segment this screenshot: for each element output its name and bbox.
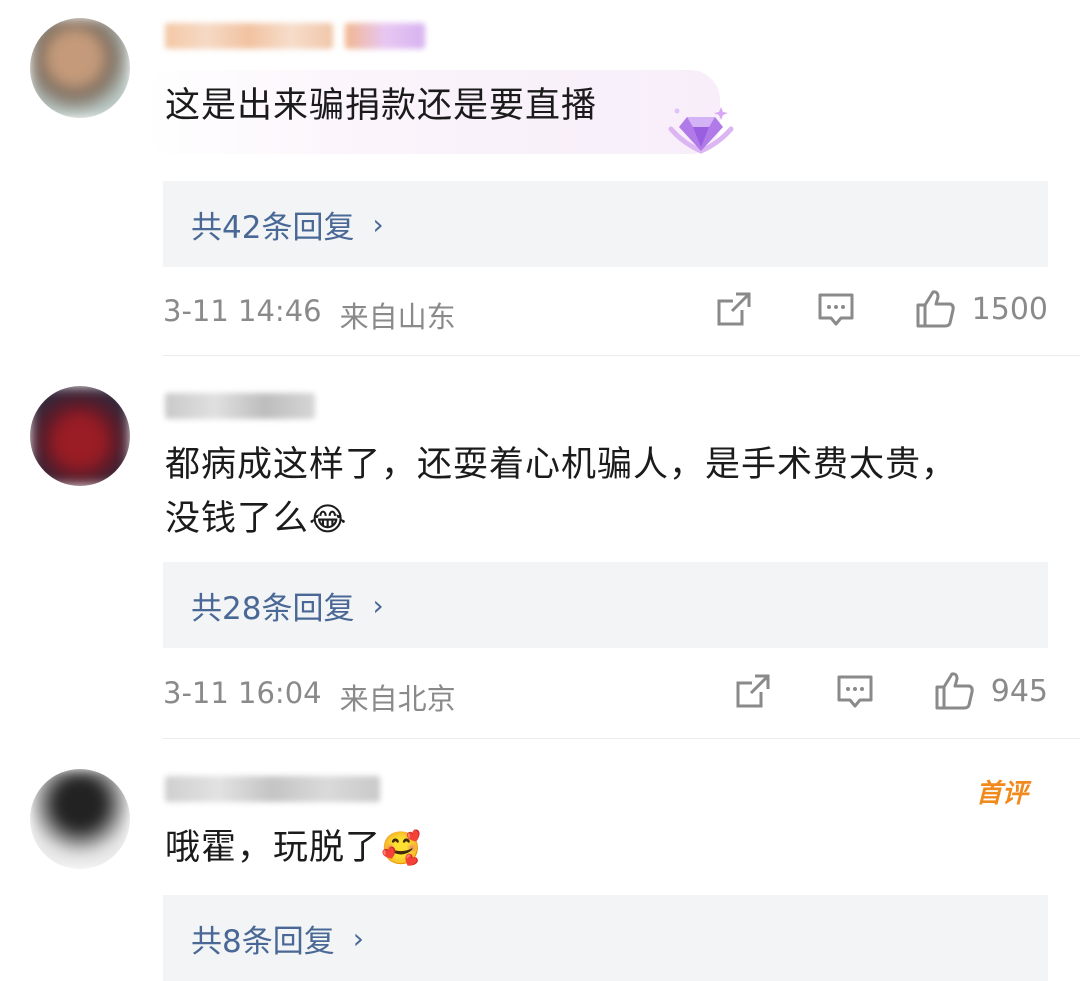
replies-count-label: 共8条回复: [191, 923, 335, 960]
first-comment-badge: 首评: [976, 779, 1029, 809]
smiling-emoji-icon: 🥰: [381, 829, 422, 867]
comment-time: 3-11 14:46: [163, 294, 322, 328]
replies-count-label: 共28条回复: [191, 590, 355, 627]
comment-location: 来自北京: [339, 682, 456, 716]
comment-meta: 3-11 16:04 来自北京: [163, 676, 456, 718]
avatar[interactable]: [30, 769, 130, 869]
like-count: 1500: [971, 291, 1048, 327]
comment-item: 都病成这样了，还耍着心机骗人，是手术费太贵， 没钱了么😂 共28条回复 › 3-…: [0, 356, 1080, 738]
comment-button[interactable]: [816, 289, 856, 329]
like-button[interactable]: 945: [933, 670, 1048, 712]
comment-location: 来自山东: [339, 300, 456, 334]
username-blurred[interactable]: [165, 392, 315, 420]
share-button[interactable]: [714, 289, 754, 329]
like-count: 945: [990, 673, 1048, 709]
comment-text: 这是出来骗捐款还是要直播: [165, 86, 598, 126]
view-replies-button[interactable]: 共8条回复 ›: [163, 895, 1048, 981]
comment-text-line-2: 没钱了么😂: [165, 490, 347, 548]
comment-button[interactable]: [835, 671, 875, 711]
view-replies-button[interactable]: 共28条回复 ›: [163, 562, 1048, 648]
gem-badge-icon: [668, 107, 734, 154]
share-button[interactable]: [733, 671, 773, 711]
comment-text-line-1: 都病成这样了，还耍着心机骗人，是手术费太贵，: [165, 445, 958, 485]
comment-time: 3-11 16:04: [163, 676, 322, 710]
comment-actions: 945: [733, 670, 1048, 712]
thumbs-up-icon: [935, 672, 974, 710]
username-blurred[interactable]: [165, 22, 425, 50]
replies-count-label: 共42条回复: [191, 209, 355, 246]
comment-text: 哦霍，玩脱了🥰: [165, 819, 422, 877]
username-blurred[interactable]: [165, 775, 380, 803]
comment-item: 这是出来骗捐款还是要直播 共42条回复 › 3-11 14:46 来自山东 15…: [0, 0, 1080, 356]
comment-text: 没钱了么: [165, 499, 310, 539]
chevron-right-icon: ›: [372, 207, 384, 241]
comment-icon: [818, 293, 854, 326]
share-icon: [717, 292, 751, 326]
view-replies-button[interactable]: 共42条回复 ›: [163, 181, 1048, 267]
laughing-emoji-icon: 😂: [309, 500, 348, 538]
share-icon: [736, 674, 770, 708]
comment-text-content: 哦霍，玩脱了: [165, 828, 382, 868]
thumbs-up-icon: [916, 290, 955, 328]
avatar[interactable]: [30, 18, 130, 118]
comment-meta: 3-11 14:46 来自山东: [163, 294, 456, 336]
comment-icon: [837, 675, 873, 708]
avatar[interactable]: [30, 386, 130, 486]
comment-item: 首评 哦霍，玩脱了🥰 共8条回复 ›: [0, 739, 1080, 981]
comment-actions: 1500: [714, 288, 1048, 330]
chevron-right-icon: ›: [352, 921, 364, 955]
chevron-right-icon: ›: [372, 588, 384, 622]
like-button[interactable]: 1500: [914, 288, 1048, 330]
